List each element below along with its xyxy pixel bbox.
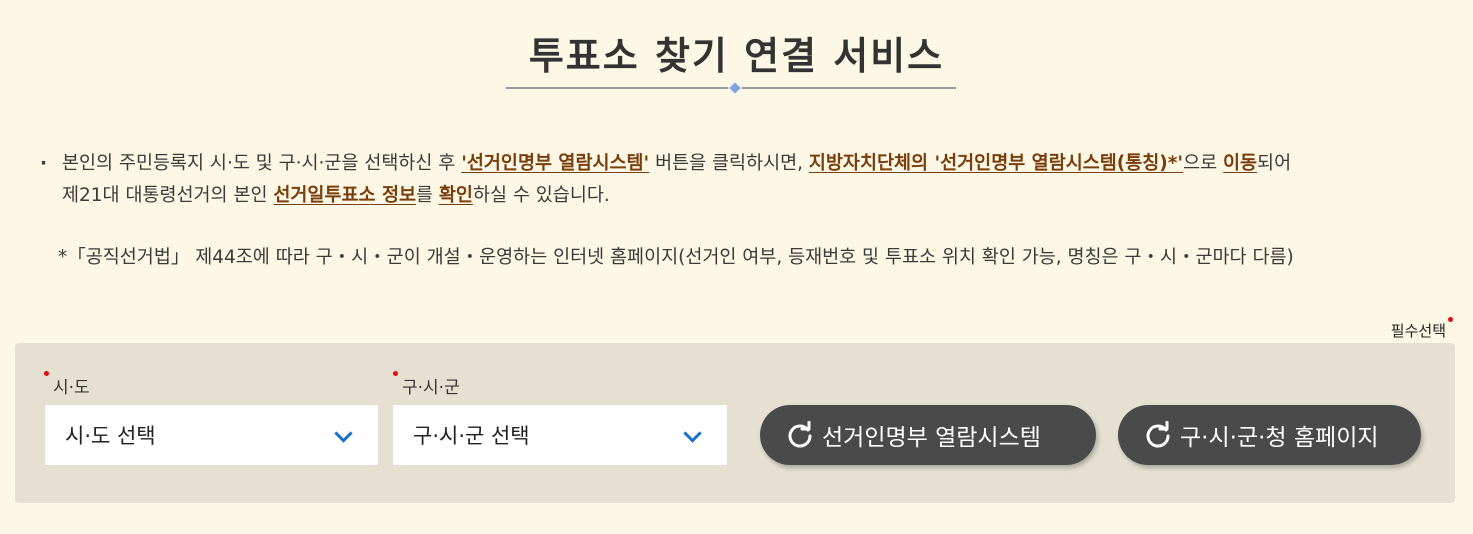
chevron-down-icon (334, 424, 353, 443)
refresh-icon (1146, 421, 1170, 448)
description-text: 본인의 주민등록지 시·도 및 구·시·군을 선택하신 후 (62, 153, 462, 174)
highlight-text: 확인 (438, 185, 473, 206)
registry-system-button[interactable]: 선거인명부 열람시스템 (760, 405, 1096, 465)
selection-panel: 시·도 시·도 선택 구·시·군 구·시·군 선택 선거인명부 열람시스템 구·… (15, 343, 1455, 503)
page-title: 투표소 찾기 연결 서비스 (528, 34, 945, 78)
description: · 본인의 주민등록지 시·도 및 구·시·군을 선택하신 후 '선거인명부 열… (40, 148, 1440, 212)
description-text: 하실 수 있습니다. (472, 185, 610, 206)
required-dot-icon (393, 371, 398, 376)
bullet-icon: · (40, 153, 48, 174)
description-text: 버튼을 클릭하시면, (649, 153, 809, 174)
refresh-icon (788, 421, 812, 448)
description-text: 를 (416, 185, 439, 206)
sido-label-text: 시·도 (53, 378, 90, 398)
sido-select[interactable]: 시·도 선택 (45, 405, 378, 465)
sido-select-value: 시·도 선택 (65, 424, 156, 448)
required-note: 필수선택 (1390, 317, 1453, 341)
sigungu-label: 구·시·군 (393, 371, 460, 398)
required-dot-icon (44, 371, 49, 376)
page: 투표소 찾기 연결 서비스 · 본인의 주민등록지 시·도 및 구·시·군을 선… (0, 0, 1473, 534)
city-homepage-button-label: 구·시·군·청 홈페이지 (1180, 425, 1379, 451)
footnote: *「공직선거법」 제44조에 따라 구・시・군이 개설・운영하는 인터넷 홈페이… (58, 247, 1294, 268)
required-label: 필수선택 (1390, 322, 1446, 340)
description-line-1: 본인의 주민등록지 시·도 및 구·시·군을 선택하신 후 '선거인명부 열람시… (40, 148, 1440, 180)
sigungu-select[interactable]: 구·시·군 선택 (393, 405, 727, 465)
highlight-text: 선거일투표소 정보 (273, 185, 416, 206)
highlight-text: '선거인명부 열람시스템' (461, 153, 650, 174)
highlight-text: 지방자치단체의 '선거인명부 열람시스템(통칭)*' (808, 153, 1184, 174)
required-dot-icon (1448, 317, 1453, 322)
description-text: 으로 (1183, 153, 1223, 174)
description-text: 되어 (1257, 153, 1292, 174)
sido-label: 시·도 (44, 371, 90, 398)
description-text: 제21대 대통령선거의 본인 (62, 185, 274, 206)
description-line-2: 제21대 대통령선거의 본인 선거일투표소 정보를 확인하실 수 있습니다. (40, 180, 1440, 212)
chevron-down-icon (683, 424, 702, 443)
sigungu-label-text: 구·시·군 (402, 378, 460, 398)
registry-system-button-label: 선거인명부 열람시스템 (822, 425, 1041, 451)
sigungu-select-value: 구·시·군 선택 (413, 424, 530, 448)
highlight-text: 이동 (1223, 153, 1258, 174)
title-area: 투표소 찾기 연결 서비스 (0, 28, 1473, 84)
city-homepage-button[interactable]: 구·시·군·청 홈페이지 (1118, 405, 1421, 465)
